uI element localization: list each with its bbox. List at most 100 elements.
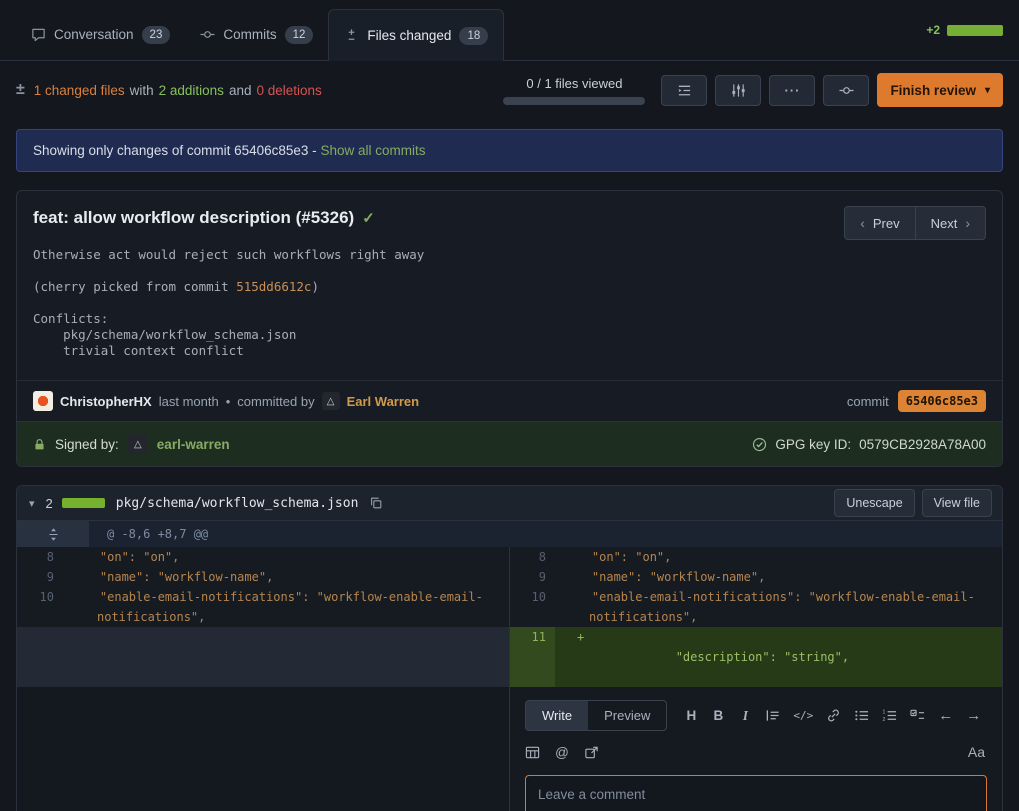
expand-hunk-button[interactable] <box>17 521 89 547</box>
insert-tools: @ Aa <box>525 742 987 762</box>
comment-textarea[interactable] <box>525 775 987 811</box>
table-button[interactable] <box>525 745 540 760</box>
view-file-button[interactable]: View file <box>922 489 992 517</box>
old-line-number[interactable]: 10 <box>17 587 63 627</box>
file-actions: Unescape View file <box>834 489 992 517</box>
code-line[interactable]: "enable-email-notifications": "workflow-… <box>63 587 509 627</box>
whitespace-icon <box>677 83 692 98</box>
additions-text: 2 additions <box>159 83 224 98</box>
file-diffstat-bar <box>62 498 105 508</box>
svg-text:2: 2 <box>883 717 886 723</box>
chevron-left-icon: ‹ <box>860 215 865 231</box>
diffstat-bar <box>947 25 1003 36</box>
unordered-list-button[interactable] <box>854 708 869 723</box>
commit-author-row: ChristopherHX last month • committed by … <box>17 380 1002 421</box>
code-line[interactable]: "enable-email-notifications": "workflow-… <box>555 587 1002 627</box>
hunk-header-text: @ -8,6 +8,7 @@ <box>89 521 1002 547</box>
code-button[interactable]: </> <box>793 709 813 722</box>
changed-files-link[interactable]: 1 changed files <box>34 83 125 98</box>
dot-separator: • <box>226 394 231 409</box>
empty-diff-area <box>17 687 509 811</box>
author-name-link[interactable]: ChristopherHX <box>60 394 152 409</box>
author-avatar[interactable] <box>33 391 53 411</box>
pull-request-files-page: Conversation 23 Commits 12 Files changed… <box>0 0 1019 811</box>
finish-review-button[interactable]: Finish review ▾ <box>877 73 1003 107</box>
reference-button[interactable] <box>584 745 599 760</box>
empty-diff-cell <box>17 627 509 687</box>
committer-name-link[interactable]: Earl Warren <box>347 394 420 409</box>
commit-sha-badge[interactable]: 65406c85e3 <box>898 390 986 412</box>
commit-label: commit <box>847 394 889 409</box>
redo-button[interactable]: → <box>966 707 981 724</box>
cherry-pick-sha-link[interactable]: 515dd6612c <box>236 279 311 294</box>
files-viewed-label: 0 / 1 files viewed <box>526 76 622 91</box>
preview-tab[interactable]: Preview <box>588 701 666 730</box>
commit-select-button[interactable] <box>823 75 869 106</box>
diffstat-additions: +2 <box>926 23 940 37</box>
tab-conversation[interactable]: Conversation 23 <box>16 9 185 60</box>
and-text: and <box>229 83 252 98</box>
avatar-logo: △ <box>134 439 142 450</box>
next-commit-button[interactable]: Next › <box>916 206 986 240</box>
collapse-file-button[interactable]: ▾ <box>27 495 37 512</box>
write-tab[interactable]: Write <box>526 701 588 730</box>
link-button[interactable] <box>826 708 841 723</box>
old-line-number[interactable]: 8 <box>17 547 63 567</box>
inline-comment-editor: Write Preview H B I </> <box>509 687 1002 811</box>
file-changes-count: 2 <box>46 496 53 511</box>
italic-button[interactable]: I <box>738 708 752 724</box>
commit-header: feat: allow workflow description (#5326)… <box>17 191 1002 228</box>
more-options-button[interactable]: ··· <box>769 75 815 106</box>
tab-label: Commits <box>223 27 276 42</box>
undo-button[interactable]: ← <box>938 707 953 724</box>
quote-icon <box>765 708 780 723</box>
global-diff-stats: +2 <box>926 0 1003 60</box>
gpg-key-label: GPG key ID: <box>775 437 851 452</box>
new-line-number[interactable]: 10 <box>509 587 555 627</box>
heading-button[interactable]: H <box>684 708 698 723</box>
banner-message: Showing only changes of commit 65406c85e… <box>33 143 317 158</box>
copy-filename-button[interactable] <box>367 494 385 512</box>
commit-title: feat: allow workflow description (#5326) <box>33 208 354 227</box>
code-line[interactable]: "name": "workflow-name", <box>555 567 1002 587</box>
tab-files-changed[interactable]: Files changed 18 <box>328 9 504 61</box>
old-line-number[interactable]: 9 <box>17 567 63 587</box>
changed-files-summary: ± 1 changed files with 2 additions and 0… <box>0 61 1019 121</box>
task-list-button[interactable] <box>910 708 925 723</box>
copy-icon <box>369 496 383 510</box>
gpg-check-icon <box>752 437 767 452</box>
signer-avatar[interactable]: △ <box>128 434 148 454</box>
hunk-header-row: @ -8,6 +8,7 @@ <box>17 521 1002 547</box>
new-line-number[interactable]: 8 <box>509 547 555 567</box>
commits-icon <box>200 27 215 42</box>
unfold-icon <box>47 528 60 541</box>
deletions-text: 0 deletions <box>256 83 321 98</box>
unescape-button[interactable]: Unescape <box>834 489 914 517</box>
commit-icon <box>839 83 854 98</box>
diff-options-button[interactable] <box>715 75 761 106</box>
code-line[interactable]: "on": "on", <box>63 547 509 567</box>
quote-button[interactable] <box>765 708 780 723</box>
show-all-commits-link[interactable]: Show all commits <box>320 143 425 158</box>
new-line-number[interactable]: 11 <box>509 627 555 687</box>
new-line-number[interactable]: 9 <box>509 567 555 587</box>
signer-name-link[interactable]: earl-warren <box>157 437 230 452</box>
chevron-right-icon: › <box>965 215 970 231</box>
prev-commit-button[interactable]: ‹ Prev <box>844 206 915 240</box>
mention-button[interactable]: @ <box>555 745 569 760</box>
added-code-line[interactable]: + "description": "string", <box>555 627 1002 687</box>
committer-avatar[interactable]: △ <box>322 392 340 410</box>
whitespace-button[interactable] <box>661 75 707 106</box>
tab-label: Files changed <box>367 28 451 43</box>
text-size-button[interactable]: Aa <box>968 742 985 762</box>
bold-button[interactable]: B <box>711 708 725 723</box>
committed-by-text: committed by <box>237 394 314 409</box>
file-diff-box: ▾ 2 pkg/schema/workflow_schema.json Unes… <box>16 485 1003 811</box>
ordered-list-button[interactable]: 12 <box>882 708 897 723</box>
diff-icon <box>344 28 359 43</box>
commit-message-line: Otherwise act would reject such workflow… <box>33 247 986 263</box>
code-line[interactable]: "name": "workflow-name", <box>63 567 509 587</box>
with-text: with <box>130 83 154 98</box>
tab-commits[interactable]: Commits 12 <box>185 9 328 60</box>
code-line[interactable]: "on": "on", <box>555 547 1002 567</box>
